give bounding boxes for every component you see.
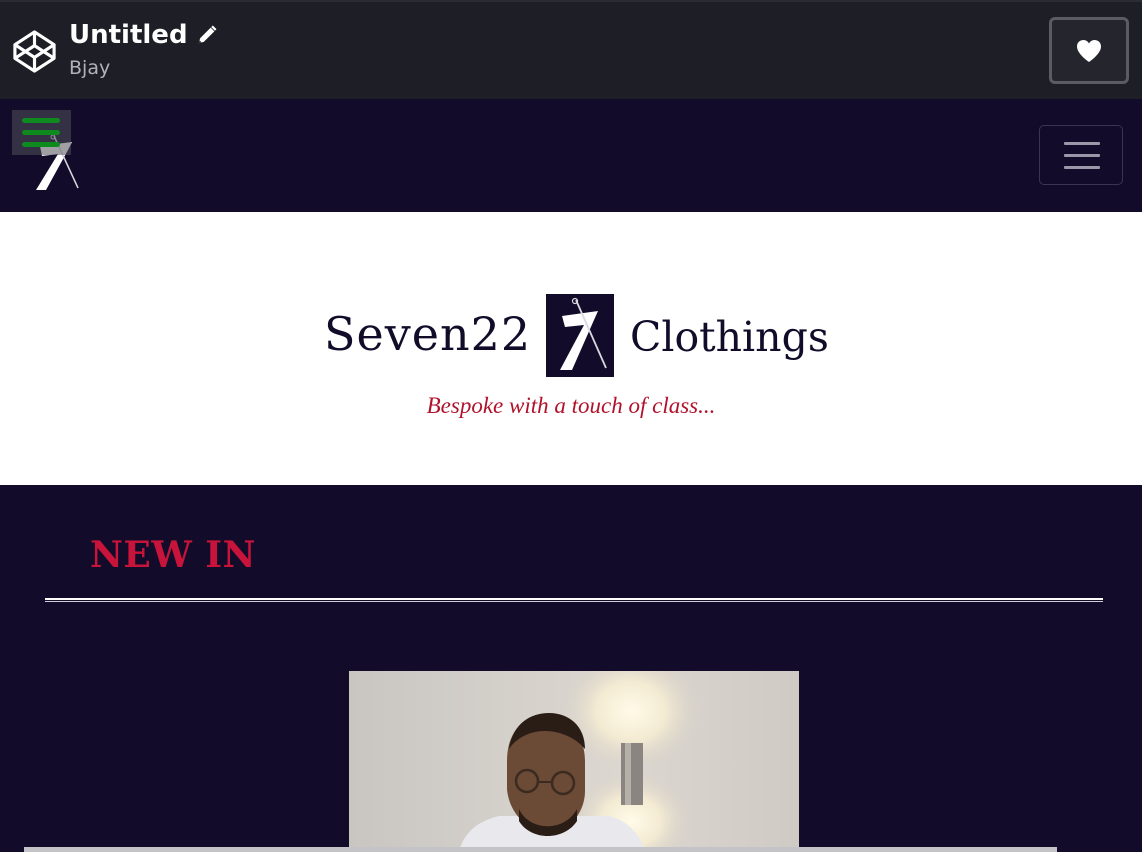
horizontal-scrollbar[interactable] bbox=[24, 847, 1057, 852]
brand-logo bbox=[546, 294, 614, 377]
product-image[interactable] bbox=[349, 671, 799, 852]
pencil-icon[interactable] bbox=[196, 24, 218, 46]
brand-tagline: Bespoke with a touch of class... bbox=[426, 393, 716, 418]
hamburger-bar bbox=[1064, 166, 1100, 169]
hamburger-bar bbox=[1064, 154, 1100, 157]
brand-name-left: Seven22 bbox=[324, 307, 532, 361]
hamburger-bar bbox=[1064, 142, 1100, 145]
codepen-header: Untitled Bjay bbox=[0, 0, 1142, 99]
pen-title[interactable]: Untitled bbox=[69, 16, 188, 54]
new-in-heading: NEW IN bbox=[90, 534, 257, 576]
heart-icon bbox=[1077, 39, 1101, 62]
hamburger-bar bbox=[22, 118, 60, 123]
navbar-toggler-button[interactable] bbox=[1039, 125, 1123, 185]
section-divider bbox=[45, 598, 1103, 602]
site-navbar bbox=[0, 99, 1142, 212]
overlay-menu-button[interactable] bbox=[12, 110, 71, 155]
pen-author[interactable]: Bjay bbox=[69, 57, 110, 79]
codepen-logo-icon[interactable] bbox=[11, 28, 58, 75]
seven22-logo-icon bbox=[560, 297, 607, 370]
like-button[interactable] bbox=[1049, 17, 1129, 84]
product-photo-illustration bbox=[349, 671, 799, 852]
hamburger-bar bbox=[22, 130, 60, 135]
brand-name-right: Clothings bbox=[630, 313, 829, 361]
hamburger-bar bbox=[22, 142, 60, 147]
pen-title-group: Untitled bbox=[69, 16, 218, 54]
